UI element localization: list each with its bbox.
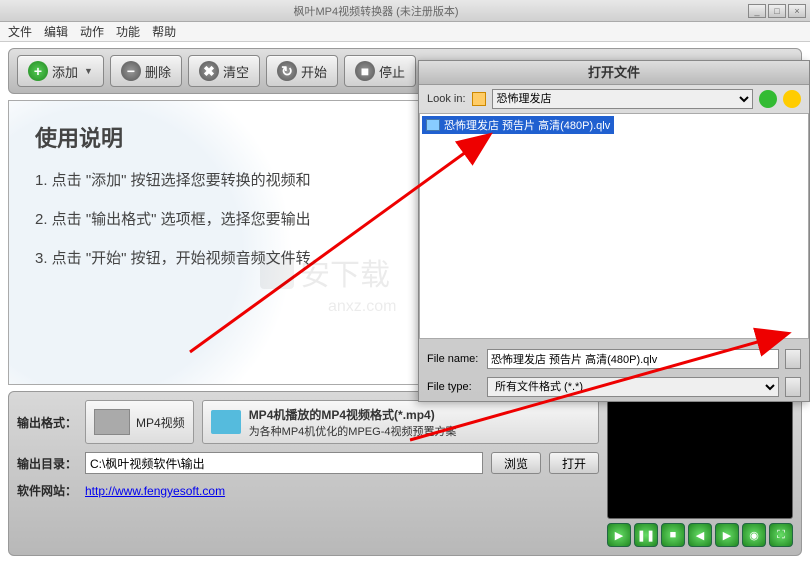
snapshot-control[interactable]: ◉ xyxy=(742,523,766,547)
instructions-heading: 使用说明 xyxy=(35,121,775,153)
menu-function[interactable]: 功能 xyxy=(116,23,140,40)
instruction-3: 3. 点击 "开始" 按钮，开始视频音频文件转 xyxy=(35,247,775,268)
filetype-label: File type: xyxy=(427,381,481,393)
clear-label: 清空 xyxy=(223,62,249,81)
menubar: 文件 编辑 动作 功能 帮助 xyxy=(0,22,810,42)
start-button[interactable]: ↻ 开始 xyxy=(266,55,338,87)
format-description-box[interactable]: MP4机播放的MP4视频格式(*.mp4) 为各种MP4机优化的MPEG-4视频… xyxy=(202,400,599,444)
next-control[interactable]: ▶ xyxy=(715,523,739,547)
delete-button[interactable]: − 删除 xyxy=(110,55,182,87)
play-icon: ↻ xyxy=(277,61,297,81)
open-button[interactable]: 打开 xyxy=(549,452,599,474)
dialog-cancel-button[interactable] xyxy=(785,377,801,397)
site-link[interactable]: http://www.fengyesoft.com xyxy=(85,484,225,498)
pause-control[interactable]: ❚❚ xyxy=(634,523,658,547)
output-format-label: 输出格式： xyxy=(17,414,77,431)
close-button[interactable]: × xyxy=(788,4,806,18)
back-icon[interactable] xyxy=(759,90,777,108)
site-label: 软件网站： xyxy=(17,482,77,499)
browse-button[interactable]: 浏览 xyxy=(491,452,541,474)
window-title: 枫叶MP4视频转换器 (未注册版本) xyxy=(4,3,748,19)
bottom-panel: 输出格式： MP4视频 MP4机播放的MP4视频格式(*.mp4) 为各种MP4… xyxy=(8,391,802,556)
instruction-1: 1. 点击 "添加" 按钮选择您要转换的视频和 xyxy=(35,169,775,190)
dropdown-icon: ▼ xyxy=(84,66,93,76)
folder-icon xyxy=(211,410,241,434)
instruction-2: 2. 点击 "输出格式" 选项框，选择您要输出 xyxy=(35,208,775,229)
menu-action[interactable]: 动作 xyxy=(80,23,104,40)
menu-edit[interactable]: 编辑 xyxy=(44,23,68,40)
trash-icon: ✖ xyxy=(199,61,219,81)
filename-label: File name: xyxy=(427,353,481,365)
output-dir-label: 输出目录： xyxy=(17,455,77,472)
dialog-title: 打开文件 xyxy=(419,61,809,85)
stop-control[interactable]: ■ xyxy=(661,523,685,547)
video-preview xyxy=(607,400,793,519)
lookin-label: Look in: xyxy=(427,93,466,105)
up-icon[interactable] xyxy=(783,90,801,108)
lookin-select[interactable]: 恐怖理发店 xyxy=(492,89,753,109)
add-label: 添加 xyxy=(52,62,78,81)
window-titlebar: 枫叶MP4视频转换器 (未注册版本) _ □ × xyxy=(0,0,810,22)
format-name: MP4视频 xyxy=(136,414,185,431)
menu-help[interactable]: 帮助 xyxy=(152,23,176,40)
prev-control[interactable]: ◀ xyxy=(688,523,712,547)
output-dir-input[interactable] xyxy=(85,452,483,474)
plus-icon: + xyxy=(28,61,48,81)
format-desc: 为各种MP4机优化的MPEG-4视频预置方案 xyxy=(249,423,457,439)
maximize-button[interactable]: □ xyxy=(768,4,786,18)
delete-label: 删除 xyxy=(145,62,171,81)
stop-button[interactable]: ■ 停止 xyxy=(344,55,416,87)
minus-icon: − xyxy=(121,61,141,81)
dialog-open-button[interactable] xyxy=(785,349,801,369)
folder-small-icon xyxy=(472,92,486,106)
open-file-dialog: 打开文件 Look in: 恐怖理发店 恐怖理发店 预告片 高清(480P).q… xyxy=(418,60,810,402)
stop-label: 停止 xyxy=(379,62,405,81)
stop-icon: ■ xyxy=(355,61,375,81)
player-controls: ▶ ❚❚ ■ ◀ ▶ ◉ ⛶ xyxy=(607,523,793,547)
play-control[interactable]: ▶ xyxy=(607,523,631,547)
menu-file[interactable]: 文件 xyxy=(8,23,32,40)
fullscreen-control[interactable]: ⛶ xyxy=(769,523,793,547)
start-label: 开始 xyxy=(301,62,327,81)
format-title: MP4机播放的MP4视频格式(*.mp4) xyxy=(249,406,457,423)
add-button[interactable]: + 添加 ▼ xyxy=(17,55,104,87)
format-thumb-icon xyxy=(94,409,130,435)
clear-button[interactable]: ✖ 清空 xyxy=(188,55,260,87)
filename-input[interactable] xyxy=(487,349,779,369)
filetype-select[interactable]: 所有文件格式 (*.*) xyxy=(487,377,779,397)
format-selector[interactable]: MP4视频 xyxy=(85,400,194,444)
minimize-button[interactable]: _ xyxy=(748,4,766,18)
